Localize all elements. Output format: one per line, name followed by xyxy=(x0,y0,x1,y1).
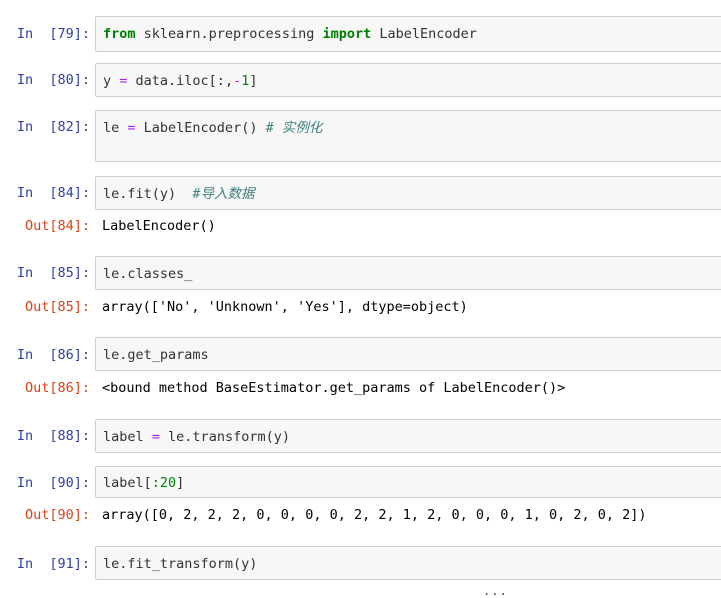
code-input[interactable]: le = LabelEncoder() # 实例化 xyxy=(95,110,721,162)
notebook-cell-86: In [86]: le.get_params Out[86]: <bound m… xyxy=(0,337,721,403)
code-input[interactable]: from sklearn.preprocessing import LabelE… xyxy=(95,16,721,52)
input-prompt: In [86]: xyxy=(16,347,90,363)
code-line: y = data.iloc[:,-1] xyxy=(103,73,258,89)
code-input[interactable]: label[:20] xyxy=(95,466,721,498)
notebook-cell-90: In [90]: label[:20] Out[90]: array([0, 2… xyxy=(0,466,721,532)
code-line: le = LabelEncoder() # 实例化 xyxy=(103,120,323,136)
input-prompt: In [79]: xyxy=(16,26,90,42)
cell-output: <bound method BaseEstimator.get_params o… xyxy=(102,380,566,396)
code-line: le.fit_transform(y) xyxy=(103,556,258,572)
code-input[interactable]: le.get_params xyxy=(95,337,721,371)
output-prompt: Out[90]: xyxy=(24,507,90,523)
code-line: label[:20] xyxy=(103,475,185,491)
output-prompt: Out[86]: xyxy=(24,380,90,396)
code-input[interactable]: le.classes_ xyxy=(95,256,721,290)
more-output-indicator: ... xyxy=(483,584,508,598)
input-prompt: In [82]: xyxy=(16,119,90,135)
code-input[interactable]: label = le.transform(y) xyxy=(95,419,721,453)
notebook-cell-88: In [88]: label = le.transform(y) xyxy=(0,419,721,453)
input-prompt: In [84]: xyxy=(16,185,90,201)
cell-output: LabelEncoder() xyxy=(102,218,216,234)
cell-output: array([0, 2, 2, 2, 0, 0, 0, 0, 2, 2, 1, … xyxy=(102,507,647,523)
input-prompt: In [90]: xyxy=(16,475,90,491)
code-line: from sklearn.preprocessing import LabelE… xyxy=(103,26,477,42)
code-input[interactable]: y = data.iloc[:,-1] xyxy=(95,63,721,97)
input-prompt: In [91]: xyxy=(16,556,90,572)
cell-output: array(['No', 'Unknown', 'Yes'], dtype=ob… xyxy=(102,299,468,315)
input-prompt: In [85]: xyxy=(16,265,90,281)
output-prompt: Out[85]: xyxy=(24,299,90,315)
output-prompt: Out[84]: xyxy=(24,218,90,234)
code-line: le.classes_ xyxy=(103,266,193,282)
code-line: le.get_params xyxy=(103,347,209,363)
input-prompt: In [80]: xyxy=(16,72,90,88)
notebook-cell-80: In [80]: y = data.iloc[:,-1] xyxy=(0,63,721,97)
notebook-cell-79: In [79]: from sklearn.preprocessing impo… xyxy=(0,16,721,52)
input-prompt: In [88]: xyxy=(16,428,90,444)
notebook-cell-82: In [82]: le = LabelEncoder() # 实例化 xyxy=(0,110,721,162)
notebook-cell-91: In [91]: le.fit_transform(y) xyxy=(0,546,721,580)
notebook-cell-84: In [84]: le.fit(y) #导入数据 Out[84]: LabelE… xyxy=(0,176,721,242)
code-input[interactable]: le.fit(y) #导入数据 xyxy=(95,176,721,210)
code-line: label = le.transform(y) xyxy=(103,429,290,445)
code-input[interactable]: le.fit_transform(y) xyxy=(95,546,721,580)
code-line: le.fit(y) #导入数据 xyxy=(103,186,255,202)
notebook-cell-85: In [85]: le.classes_ Out[85]: array(['No… xyxy=(0,256,721,322)
